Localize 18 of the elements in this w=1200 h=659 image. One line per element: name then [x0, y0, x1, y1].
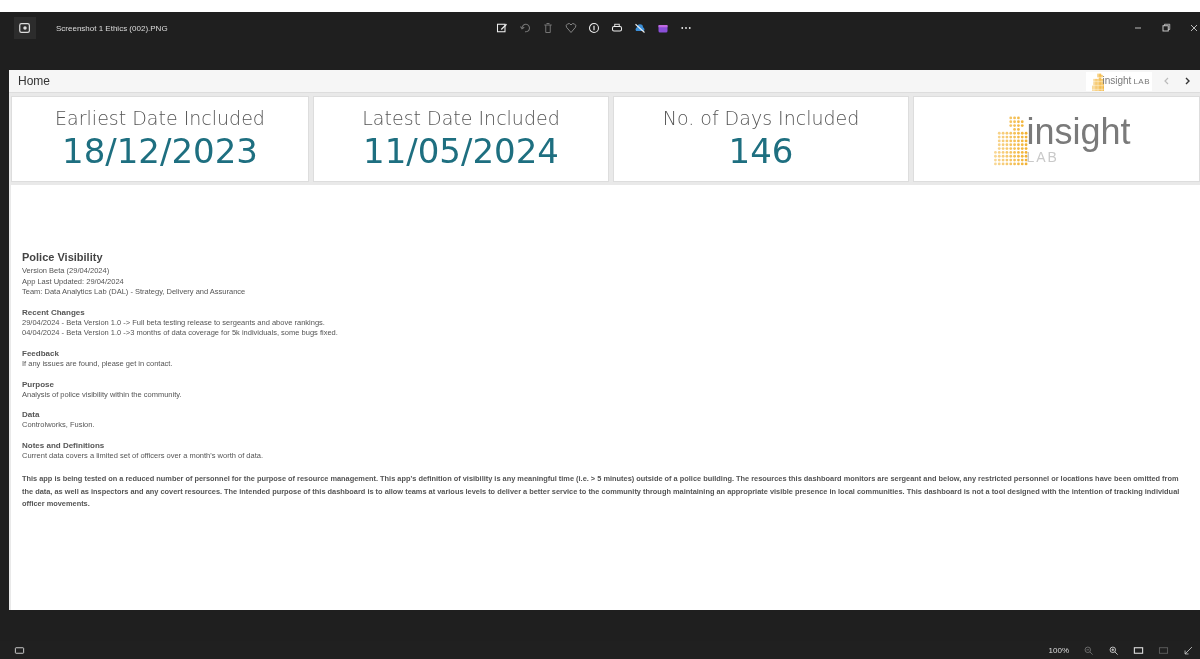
- zoom-level: 100%: [1048, 645, 1069, 655]
- section-heading: Feedback: [22, 348, 60, 359]
- section-heading: Recent Changes: [22, 307, 86, 318]
- card-value: 11/05/2024: [363, 131, 559, 171]
- section-heading: Notes and Definitions: [22, 440, 106, 451]
- card-label: Earliest Date Included: [55, 107, 265, 129]
- section-heading: Data: [22, 410, 41, 421]
- logo-word: insight: [1026, 114, 1131, 150]
- logo-subtitle: LAB: [1133, 78, 1150, 86]
- card-label: No. of Days Included: [662, 107, 860, 129]
- section-heading: Purpose: [22, 379, 55, 390]
- card-label: Latest Date Included: [362, 107, 560, 129]
- window-title: Screenshot 1 Ethics (002).PNG: [56, 23, 169, 33]
- card-value: 18/12/2023: [62, 131, 258, 171]
- app-title: Police Visibility: [22, 251, 104, 263]
- logo-word: insight: [1102, 76, 1132, 85]
- card-value: 146: [728, 131, 794, 171]
- page-title: Home: [18, 74, 50, 88]
